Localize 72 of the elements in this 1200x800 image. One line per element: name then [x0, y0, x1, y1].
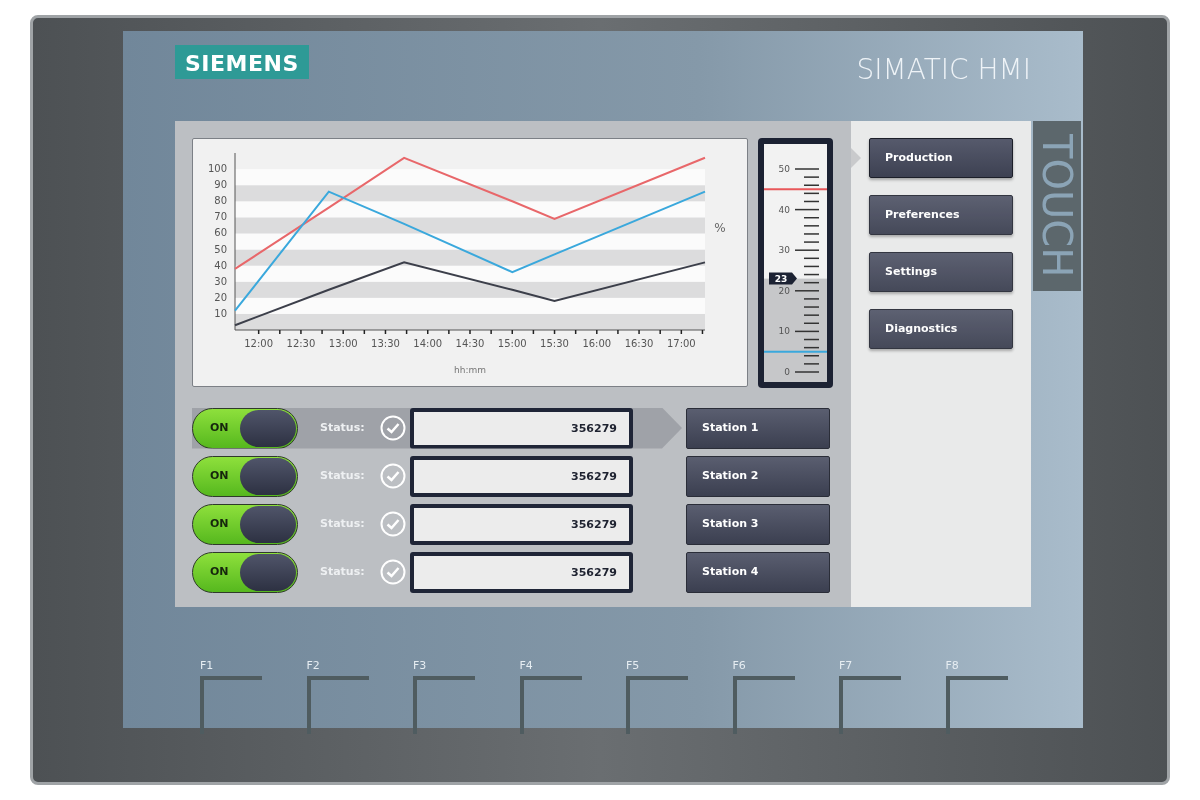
toggle-switch[interactable]: ON: [192, 407, 298, 449]
model-name: SIMATIC HMI: [856, 52, 1031, 88]
gauge-scale-label: 10: [778, 326, 790, 337]
y-tick-label: 20: [214, 291, 227, 303]
function-key[interactable]: [413, 676, 475, 734]
y-tick-label: 80: [214, 195, 227, 207]
function-key[interactable]: [626, 676, 688, 734]
lower-limit-line: [764, 350, 827, 353]
value-field: 356279: [410, 551, 633, 593]
key-label: F8: [945, 658, 959, 674]
x-tick-label: 16:30: [624, 338, 654, 349]
function-key[interactable]: [200, 676, 262, 734]
y-tick-label: 50: [214, 243, 227, 255]
gauge-scale-label: 30: [778, 245, 790, 256]
x-tick-label: 16:00: [582, 338, 612, 349]
station-button[interactable]: Station 2: [686, 455, 830, 497]
menu-button[interactable]: Preferences: [869, 195, 1013, 235]
function-key[interactable]: [306, 676, 369, 734]
y-tick-label: 70: [214, 211, 227, 223]
key-label: F2: [306, 658, 320, 674]
x-tick-label: 15:00: [497, 338, 527, 349]
check-circle-icon: [380, 463, 406, 489]
menu-button[interactable]: Production: [869, 138, 1013, 178]
value-field: 356279: [410, 455, 633, 497]
toggle-switch[interactable]: ON: [192, 551, 298, 593]
function-key[interactable]: [732, 676, 795, 734]
menu-button[interactable]: Settings: [869, 252, 1013, 292]
gauge-scale-label: 50: [778, 164, 790, 174]
x-tick-label: 13:30: [371, 338, 400, 349]
value-field: 356279: [410, 503, 633, 545]
key-label: F3: [413, 658, 427, 674]
gauge-scale-label: 20: [778, 285, 790, 296]
side-label: TOUCH: [1033, 121, 1081, 291]
x-tick-label: 12:00: [244, 338, 274, 349]
toggle-switch[interactable]: ON: [192, 503, 298, 545]
key-label: F6: [732, 658, 746, 674]
y-tick-label: 10: [214, 307, 227, 319]
key-label: F4: [519, 658, 533, 674]
upper-limit-line: [764, 188, 827, 191]
function-key[interactable]: [839, 676, 901, 734]
station-button[interactable]: Station 3: [686, 503, 830, 545]
gauge-scale-label: 40: [778, 204, 790, 215]
y-axis-label: %: [714, 221, 726, 235]
gauge-scale-label: 0: [784, 367, 790, 377]
gauge-pointer: 23: [769, 272, 797, 285]
x-axis-label: hh:mm: [454, 365, 486, 375]
x-tick-label: 12:30: [286, 338, 316, 349]
check-circle-icon: [380, 415, 406, 441]
key-label: F7: [839, 658, 853, 674]
x-tick-label: 14:00: [413, 338, 443, 349]
check-circle-icon: [380, 511, 406, 537]
function-key[interactable]: [945, 676, 1008, 734]
value-field: 356279: [410, 407, 633, 449]
key-label: F5: [626, 658, 640, 674]
station-button[interactable]: Station 1: [686, 407, 830, 449]
function-key[interactable]: [519, 676, 582, 734]
check-circle-icon: [380, 559, 406, 585]
x-tick-label: 15:30: [540, 338, 569, 349]
key-label: F1: [200, 658, 214, 674]
y-tick-label: 60: [214, 227, 227, 239]
menu-button[interactable]: Diagnostics: [869, 309, 1013, 349]
y-tick-label: 90: [214, 179, 227, 191]
x-tick-label: 17:00: [666, 338, 696, 349]
y-tick-label: 30: [214, 275, 227, 287]
x-tick-label: 14:30: [455, 338, 485, 349]
y-tick-label: 40: [214, 259, 227, 271]
x-tick-label: 13:00: [328, 338, 358, 349]
station-button[interactable]: Station 4: [686, 551, 830, 593]
brand-logo: SIEMENS: [175, 45, 309, 79]
status-label: Status:: [320, 419, 366, 436]
y-tick-label: 100: [207, 163, 227, 175]
toggle-switch[interactable]: ON: [192, 455, 298, 497]
